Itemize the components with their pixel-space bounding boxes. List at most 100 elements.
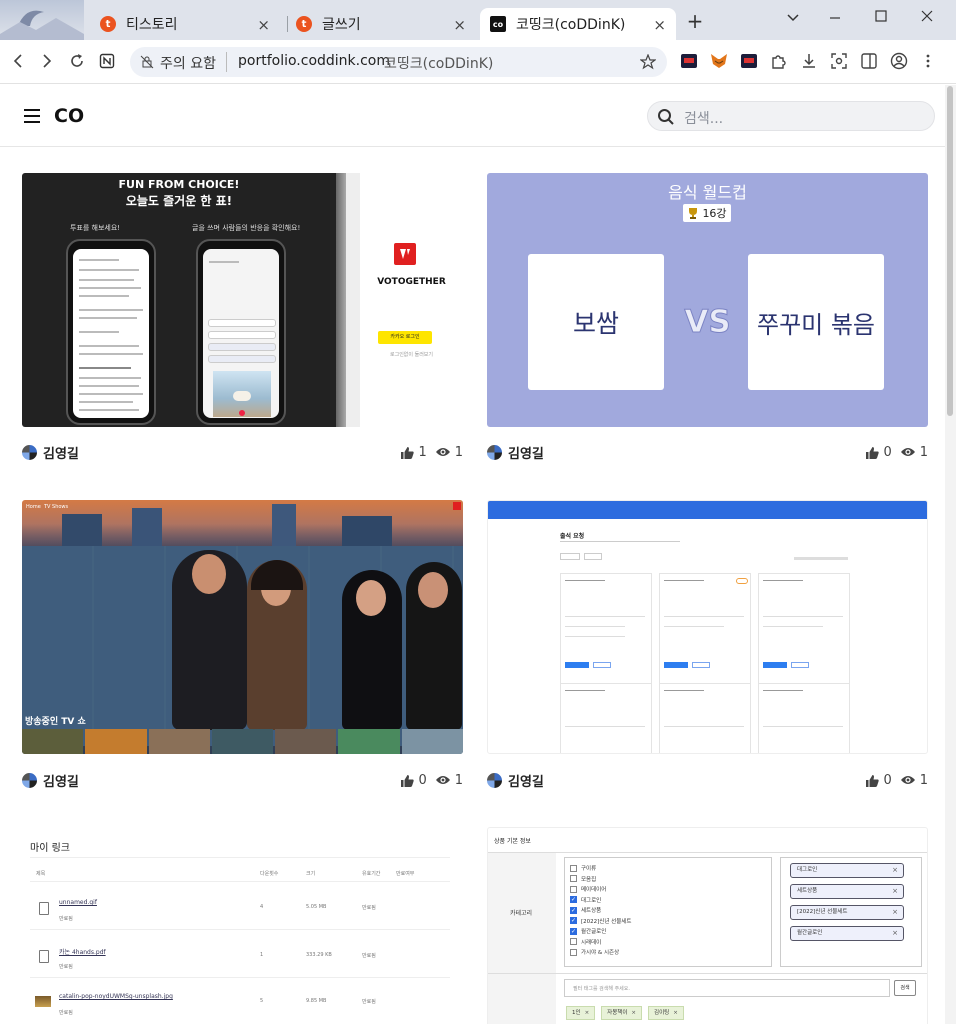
trophy-icon bbox=[689, 208, 698, 219]
preview-heading-ko: 오늘도 즐거운 한 표! bbox=[125, 194, 233, 208]
selected-tag: [2022]신년 선물세트 × bbox=[790, 905, 904, 920]
like-count: 0 bbox=[883, 444, 892, 460]
thumbs-up-icon[interactable] bbox=[400, 446, 415, 459]
mylink-title: 마이 링크 bbox=[30, 843, 70, 854]
thumbs-up-icon[interactable] bbox=[400, 774, 415, 787]
checkbox-icon bbox=[570, 875, 577, 883]
extension-icon[interactable] bbox=[741, 54, 757, 68]
forward-button[interactable] bbox=[34, 48, 60, 74]
side-panel-icon[interactable] bbox=[860, 52, 878, 70]
browser-profile-art bbox=[0, 0, 84, 40]
maximize-icon[interactable] bbox=[874, 9, 888, 23]
file-name: catalin-pop-noydUWMSg-unsplash.jpg bbox=[59, 993, 173, 1000]
download-icon[interactable] bbox=[800, 52, 818, 70]
browser-toolbar: 주의 요함 portfolio.coddink.com 코띵크(coDDinK) bbox=[0, 40, 956, 84]
kakao-login-button: 카카오 로그인 bbox=[378, 331, 432, 344]
url-text[interactable]: portfolio.coddink.com bbox=[238, 53, 390, 69]
tab-search-icon[interactable] bbox=[786, 10, 800, 24]
metamask-icon[interactable] bbox=[709, 52, 729, 70]
file-name: unnamed.gif bbox=[59, 899, 97, 906]
preview-nav: Home TV Shows bbox=[26, 504, 69, 510]
person-figure bbox=[406, 562, 462, 730]
tab-coddink[interactable]: co 코띵크(coDDinK) × bbox=[480, 8, 676, 40]
project-thumbnail-food-worldcup[interactable]: 음식 월드컵 16강 보쌈 VS 쭈꾸미 볶음 bbox=[487, 173, 928, 427]
tag-search-button: 검색 bbox=[894, 980, 916, 996]
view-count: 1 bbox=[919, 444, 928, 460]
project-thumbnail-votogether[interactable]: FUN FROM CHOICE! 오늘도 즐거운 한 표! 투표를 해보세요! … bbox=[22, 173, 463, 427]
browse-link: 로그인없이 둘러보기 bbox=[390, 352, 433, 358]
extensions-puzzle-icon[interactable] bbox=[770, 52, 788, 70]
arrow-left-icon bbox=[13, 54, 22, 68]
project-thumbnail-my-link[interactable]: 마이 링크 제목 다운횟수 크기 유효기간 만료여부 unnamed.gif 만… bbox=[22, 827, 463, 1024]
like-count: 0 bbox=[418, 772, 427, 788]
filter-tags: 1인 × 자몽책이 × 김이팅 × bbox=[566, 1006, 690, 1020]
notion-extension-button[interactable] bbox=[94, 48, 120, 74]
eye-icon bbox=[435, 448, 450, 456]
security-label[interactable]: 주의 요함 bbox=[160, 53, 216, 73]
view-count: 1 bbox=[454, 444, 463, 460]
checkbox-checked-icon: ✓ bbox=[570, 927, 577, 935]
project-thumbnail-attendance[interactable]: 출석 요청 bbox=[487, 500, 928, 754]
tab-title: 티스토리 bbox=[126, 17, 178, 33]
choice-right: 쭈꾸미 볶음 bbox=[748, 254, 884, 390]
selected-tag: 세트상품 × bbox=[790, 884, 904, 899]
site-search-input[interactable]: 검색... bbox=[647, 101, 935, 131]
worldcup-title: 음식 월드컵 bbox=[668, 183, 747, 202]
menu-kebab-icon[interactable] bbox=[922, 52, 934, 70]
category-option: 구이류 bbox=[570, 863, 631, 874]
tab-write[interactable]: t 글쓰기 × bbox=[286, 8, 476, 40]
person-figure bbox=[247, 560, 307, 730]
tab-title: 코띵크(coDDinK) bbox=[516, 17, 626, 33]
preview-heading-en: FUN FROM CHOICE! bbox=[118, 178, 240, 191]
author-name[interactable]: 김영길 bbox=[43, 443, 79, 462]
card-meta: 김영길 0 1 bbox=[487, 441, 928, 463]
close-icon[interactable]: × bbox=[453, 16, 466, 34]
checkbox-checked-icon: ✓ bbox=[570, 906, 577, 914]
minimize-icon[interactable] bbox=[828, 10, 842, 24]
remove-tag-icon: × bbox=[584, 1010, 590, 1016]
checkbox-checked-icon: ✓ bbox=[570, 896, 577, 904]
thumbs-up-icon[interactable] bbox=[865, 774, 880, 787]
scrollbar-thumb[interactable] bbox=[947, 86, 953, 416]
person-figure bbox=[342, 570, 402, 730]
avatar[interactable] bbox=[22, 444, 37, 460]
extension-icon[interactable] bbox=[681, 54, 697, 68]
filter-tag: 1인 × bbox=[566, 1006, 596, 1020]
filter-tag: 자몽책이 × bbox=[601, 1006, 643, 1020]
close-icon[interactable]: × bbox=[257, 16, 270, 34]
profile-icon[interactable] bbox=[890, 52, 908, 70]
file-name: 카논 4hands.pdf bbox=[59, 949, 106, 956]
reload-button[interactable] bbox=[64, 48, 90, 74]
coddink-icon: co bbox=[490, 16, 506, 32]
checkbox-checked-icon: ✓ bbox=[570, 917, 577, 925]
author-name[interactable]: 김영길 bbox=[508, 771, 544, 790]
project-thumbnail-product-form[interactable]: 상품 기본 정보 카테고리 구이류 모음집 메이데이어 ✓ 대그로인 ✓ 세트상품 ✓ [202… bbox=[487, 827, 928, 1024]
like-count: 0 bbox=[883, 772, 892, 788]
tab-tistory[interactable]: t 티스토리 × bbox=[90, 8, 280, 40]
new-tab-button[interactable]: + bbox=[684, 10, 706, 32]
close-window-icon[interactable] bbox=[920, 9, 934, 23]
close-icon[interactable]: × bbox=[653, 16, 666, 34]
remove-tag-icon: × bbox=[673, 1010, 678, 1016]
category-option: 모음집 bbox=[570, 874, 631, 885]
hamburger-menu-icon[interactable] bbox=[24, 109, 40, 123]
back-button[interactable] bbox=[5, 48, 31, 74]
author-name[interactable]: 김영길 bbox=[508, 443, 544, 462]
project-thumbnail-tv-shows[interactable]: Home TV Shows 방송중인 TV 쇼 bbox=[22, 500, 463, 754]
address-bar[interactable]: 주의 요함 portfolio.coddink.com 코띵크(coDDinK) bbox=[130, 47, 667, 77]
avatar[interactable] bbox=[487, 444, 502, 460]
eye-icon bbox=[900, 448, 915, 456]
screenshot-icon[interactable] bbox=[830, 52, 848, 70]
remove-tag-icon: × bbox=[892, 929, 898, 937]
thumbs-up-icon[interactable] bbox=[865, 446, 880, 459]
person-figure bbox=[172, 550, 247, 730]
avatar[interactable] bbox=[487, 772, 502, 788]
notion-icon bbox=[99, 53, 115, 69]
bookmark-star-icon[interactable] bbox=[640, 54, 656, 70]
phone-mockup-left bbox=[66, 239, 156, 425]
author-name[interactable]: 김영길 bbox=[43, 771, 79, 790]
site-logo[interactable]: CO bbox=[54, 105, 84, 127]
preview-right-caption: 글을 쓰며 사람들의 반응을 확인해요! bbox=[192, 224, 301, 232]
avatar[interactable] bbox=[22, 772, 37, 788]
url-page-title: 코띵크(coDDinK) bbox=[384, 56, 494, 72]
